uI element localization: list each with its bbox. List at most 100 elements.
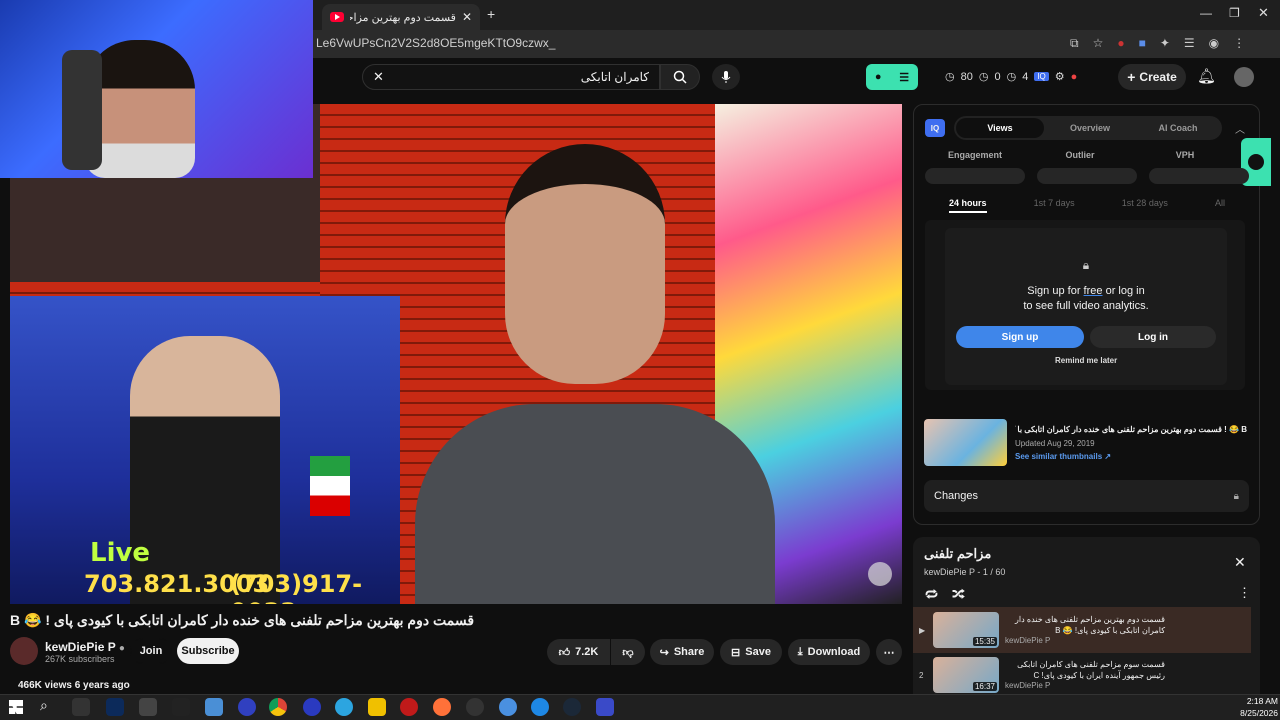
app-icon[interactable] [205, 698, 223, 716]
metric-vph: VPH [1175, 150, 1195, 160]
time-range-tabs: 24 hours 1st 7 days 1st 28 days All [949, 198, 1225, 213]
playlist-item-text: قسمت دوم بهترین مزاحم تلفنی های خنده دار… [1005, 615, 1165, 645]
playlist-thumb: 16:37 [933, 657, 999, 693]
video-title: B 😂 ! قسمت دوم بهترین مزاحم تلفنی های خن… [10, 612, 475, 628]
log-in-button[interactable]: Log in [1090, 326, 1216, 348]
badge-icon[interactable]: IQ [1034, 72, 1049, 81]
menu-dots-icon[interactable]: ⋮ [1233, 36, 1245, 51]
app-icon[interactable] [531, 698, 549, 716]
extension-stats: ◷ 80 ◷ 0 ◷ 4 IQ ⚙ ● [945, 70, 1078, 84]
range-24-hours[interactable]: 24 hours [949, 198, 987, 213]
maximize-icon[interactable]: ❐ [1229, 6, 1240, 20]
changes-row[interactable]: Changes 🔒︎ [924, 480, 1249, 512]
range-all[interactable]: All [1215, 198, 1225, 213]
channel-avatar[interactable] [10, 637, 38, 665]
minimize-icon[interactable]: — [1200, 6, 1212, 20]
account-avatar[interactable] [1234, 67, 1254, 87]
create-button[interactable]: + Create [1118, 64, 1186, 90]
chrome-icon[interactable] [269, 698, 287, 716]
share-button[interactable]: ↪ Share [650, 639, 714, 665]
stat-b: 0 [994, 70, 1001, 83]
channel-name[interactable]: kewDiePie P ● [45, 640, 125, 654]
extension-icon[interactable]: ● [1117, 36, 1124, 51]
task-view-icon[interactable] [72, 698, 90, 716]
create-label: Create [1139, 70, 1177, 84]
like-count: 7.2K [575, 646, 599, 658]
playlist-menu-icon[interactable]: ⋮ [1238, 585, 1251, 601]
app-icon[interactable] [499, 698, 517, 716]
opera-icon[interactable] [400, 698, 418, 716]
search-icon [673, 70, 687, 84]
metric-blurred-value [1149, 168, 1249, 184]
tab-views[interactable]: Views [956, 118, 1044, 138]
reading-list-icon[interactable]: ☰ [1184, 36, 1195, 51]
save-button[interactable]: ⊟ Save [720, 639, 782, 665]
url-text[interactable]: Le6VwUPsCn2V2S2d8OE5mgeKTtO9czwx_ [316, 36, 555, 50]
subscribe-button[interactable]: Subscribe [177, 638, 239, 664]
signup-free-link[interactable]: free [1084, 285, 1103, 297]
app-icon[interactable] [303, 698, 321, 716]
external-arrow-icon: ↗ [1104, 452, 1112, 461]
shuffle-icon[interactable]: 🔀︎ [952, 585, 965, 604]
bookmark-star-icon[interactable]: ☆ [1093, 36, 1104, 51]
app-icon[interactable] [139, 698, 157, 716]
hamburger-icon: ☰ [899, 71, 910, 84]
app-icon[interactable] [596, 698, 614, 716]
search-taskbar-icon[interactable]: ⌕ [40, 697, 48, 714]
tv-screen[interactable]: Live 703.821.3003 (703)917-0033 [10, 296, 400, 604]
video-player[interactable]: Live 703.821.3003 (703)917-0033 [10, 104, 902, 604]
close-window-icon[interactable]: ✕ [1258, 5, 1269, 21]
photoshop-icon[interactable] [106, 698, 124, 716]
search-button[interactable] [660, 64, 700, 90]
subscriber-count: 267K subscribers [45, 654, 115, 664]
new-tab-icon[interactable]: + [487, 6, 495, 22]
steam-icon[interactable] [563, 698, 581, 716]
download-button[interactable]: ⤓ Download [788, 639, 870, 665]
close-tab-icon[interactable]: ✕ [462, 10, 472, 24]
playlist-item[interactable]: 2 16:37 قسمت سوم مزاحم تلفنی های کامران … [913, 655, 1251, 695]
search-input[interactable]: کامران اتابکی ✕ [362, 64, 660, 90]
like-button[interactable]: 👍︎ 7.2K [547, 639, 610, 665]
join-button[interactable]: Join [130, 638, 172, 664]
playlist-item-channel: kewDiePie P [1005, 680, 1051, 690]
app-icon[interactable] [466, 698, 484, 716]
range-28-days[interactable]: 1st 28 days [1122, 198, 1168, 213]
system-clock[interactable]: 2:18 AM 8/25/2026 [1230, 696, 1278, 720]
puzzle-icon[interactable]: ✦ [1160, 36, 1170, 51]
dislike-button[interactable]: 👎︎ [611, 639, 645, 665]
thumbnail-preview[interactable] [924, 419, 1007, 466]
range-7-days[interactable]: 1st 7 days [1034, 198, 1075, 213]
alert-icon[interactable]: ● [1071, 71, 1078, 83]
collapse-chevron-icon[interactable]: ︿ [1235, 121, 1245, 136]
more-actions-button[interactable]: ⋯ [876, 639, 902, 665]
similar-label: See similar thumbnails [1015, 452, 1103, 461]
firefox-icon[interactable] [433, 698, 451, 716]
sign-up-button[interactable]: Sign up [956, 326, 1084, 348]
profile-icon[interactable]: ◉ [1209, 36, 1219, 51]
tab-overview[interactable]: Overview [1046, 116, 1134, 140]
plus-icon: + [1127, 69, 1136, 85]
app-icon[interactable] [238, 698, 256, 716]
loop-icon[interactable]: 🔁︎ [925, 585, 938, 604]
voice-search-button[interactable] [712, 64, 740, 90]
browser-tab[interactable]: قسمت دوم بهترین مزاحم تلفنی ✕ [322, 4, 480, 30]
stat-icon: ◷ [1006, 71, 1017, 83]
download-label: Download [807, 646, 861, 658]
app-icon[interactable] [172, 698, 190, 716]
telegram-icon[interactable] [335, 698, 353, 716]
translate-icon[interactable]: ■ [1139, 36, 1146, 51]
microphone-icon [721, 71, 731, 83]
close-playlist-icon[interactable]: ✕ [1234, 554, 1246, 571]
screenshot-icon[interactable]: ⧉ [1070, 36, 1079, 51]
similar-thumbnails-link[interactable]: See similar thumbnails ↗ [1015, 452, 1111, 461]
remind-later-link[interactable]: Remind me later [1055, 356, 1117, 365]
playlist-item-active[interactable]: ▶ 15:35 قسمت دوم بهترین مزاحم تلفنی های … [913, 607, 1251, 653]
notifications-bell-icon[interactable]: 🔔︎ [1197, 67, 1216, 85]
vidiq-button[interactable]: ● ☰ [866, 64, 918, 90]
settings-icon[interactable]: ⚙ [1055, 70, 1065, 83]
channel-name-text: kewDiePie P [45, 640, 116, 654]
clear-search-icon[interactable]: ✕ [373, 69, 384, 85]
playlist-index: 2 [919, 670, 924, 680]
tab-ai-coach[interactable]: AI Coach [1134, 116, 1222, 140]
app-icon[interactable] [368, 698, 386, 716]
